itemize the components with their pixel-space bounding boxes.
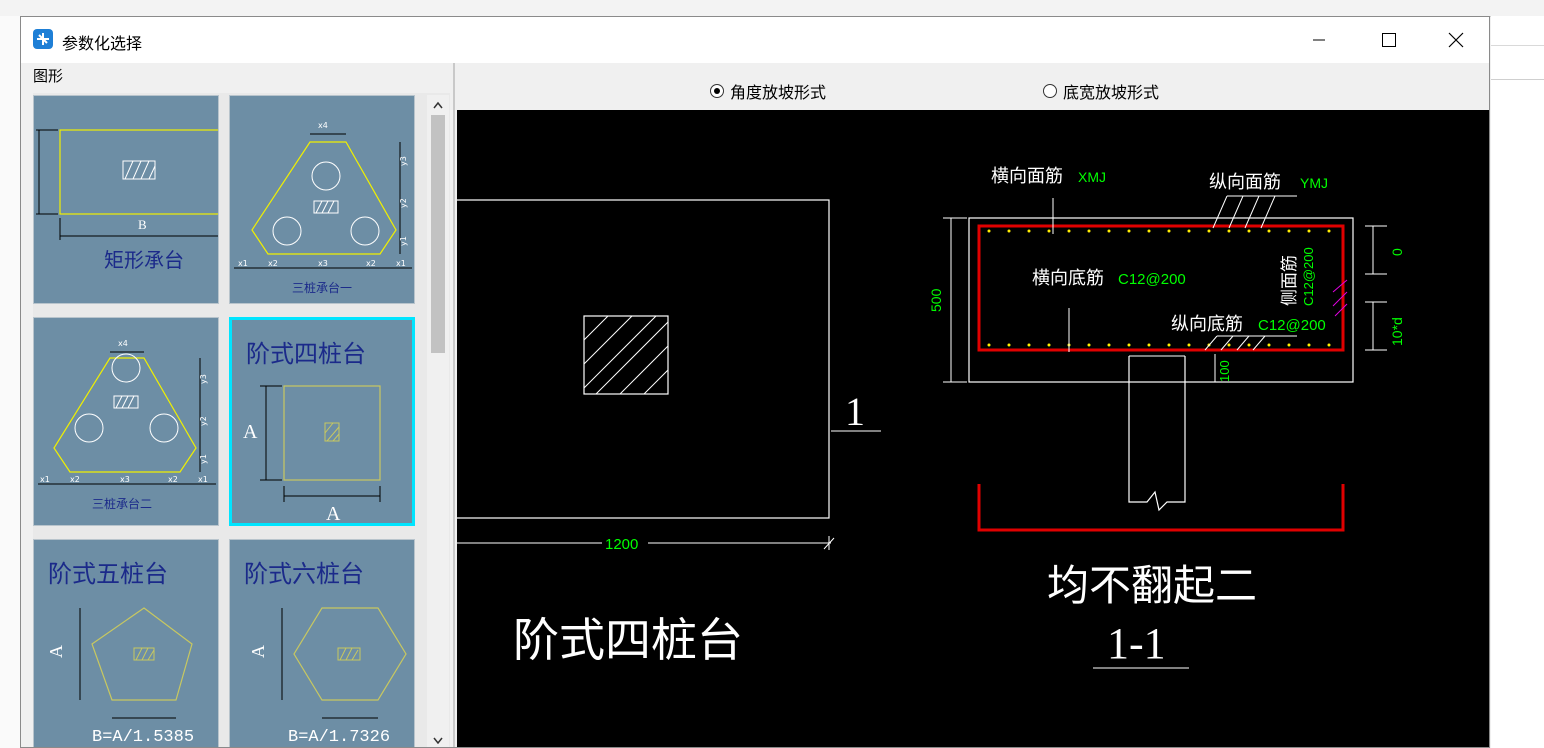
minimize-button[interactable] bbox=[1284, 17, 1354, 63]
slope-mode-options: 角度放坡形式 底宽放坡形式 bbox=[455, 63, 1489, 109]
dim-label: y1 bbox=[199, 454, 208, 464]
side-bar-label: 侧面筋 bbox=[1280, 255, 1300, 306]
dim-a-side: A bbox=[243, 421, 258, 443]
shapes-group-label: 图形 bbox=[33, 67, 64, 85]
dim-label: y1 bbox=[399, 236, 408, 246]
preview-drawing: 1 1200 阶式四桩台 500 0 10*d 100 横向面筋 XMJ 纵向面… bbox=[457, 166, 1405, 669]
dim-label: x4 bbox=[318, 121, 328, 130]
section-title: 均不翻起二 bbox=[1047, 561, 1257, 610]
longitudinal-bottom-label: 纵向底筋 bbox=[1171, 314, 1243, 335]
dim-label: x1 bbox=[198, 475, 208, 484]
radio-selected-icon bbox=[710, 84, 724, 98]
parametric-select-dialog: 参数化选择 图形 B 矩形承台 x4 y3 y2 y1 x1 x2 x3 x2 … bbox=[20, 16, 1490, 748]
stepped-four-pile-cap-drawing: 阶式四桩台 A A bbox=[243, 340, 381, 525]
thumb-label: 阶式六桩台 bbox=[244, 560, 364, 588]
dim-label: x2 bbox=[366, 259, 376, 268]
shape-thumbnail-list[interactable]: B 矩形承台 x4 y3 y2 y1 x1 x2 x3 x2 x1 三桩承台一 … bbox=[33, 93, 450, 747]
thumbnail-three-pile-cap-1[interactable]: x4 y3 y2 y1 x1 x2 x3 x2 x1 三桩承台一 bbox=[229, 95, 415, 304]
thumb-label: 阶式四桩台 bbox=[246, 340, 366, 368]
background-app-left-edge bbox=[0, 16, 21, 748]
dim-label: x3 bbox=[318, 259, 328, 268]
longitudinal-top-label: 纵向面筋 bbox=[1209, 172, 1281, 193]
dim-10d: 10*d bbox=[1389, 317, 1405, 346]
dim-100: 100 bbox=[1217, 360, 1232, 382]
plan-title: 阶式四桩台 bbox=[513, 613, 743, 667]
thumb-label: 三桩承台二 bbox=[92, 496, 152, 511]
height-dim: 500 bbox=[928, 288, 944, 312]
three-pile-cap-2-drawing: x4 y3 y2 y1 x1 x2 x3 x2 x1 三桩承台二 bbox=[38, 339, 216, 511]
chevron-down-icon bbox=[433, 737, 443, 744]
dim-label: x1 bbox=[396, 259, 406, 268]
thumb-label: 矩形承台 bbox=[104, 248, 184, 272]
scroll-up-button[interactable] bbox=[427, 95, 449, 115]
dim-label: y3 bbox=[199, 374, 208, 384]
thumbnail-stepped-four-pile-cap[interactable]: 阶式四桩台 A A bbox=[229, 317, 415, 526]
section-label: 1-1 bbox=[1107, 619, 1166, 668]
maximize-button[interactable] bbox=[1354, 17, 1424, 63]
dim-label: x2 bbox=[168, 475, 178, 484]
background-app-right-edge bbox=[1491, 16, 1544, 748]
scroll-down-button[interactable] bbox=[427, 731, 449, 747]
panel-splitter[interactable] bbox=[453, 63, 455, 747]
plan-outline bbox=[457, 199, 830, 519]
divider bbox=[1491, 45, 1544, 46]
stepped-six-pile-cap-drawing: 阶式六桩台 A B=A/1.7326 bbox=[244, 560, 407, 747]
dim-label: x3 bbox=[120, 475, 130, 484]
three-pile-cap-1-drawing: x4 y3 y2 y1 x1 x2 x3 x2 x1 三桩承台一 bbox=[234, 121, 412, 295]
transverse-top-label: 横向面筋 bbox=[991, 166, 1063, 187]
formula: B=A/1.7326 bbox=[288, 728, 390, 747]
dim-zero: 0 bbox=[1389, 248, 1405, 256]
longitudinal-bottom-code: C12@200 bbox=[1258, 317, 1326, 334]
preview-canvas: 1 1200 阶式四桩台 500 0 10*d 100 横向面筋 XMJ 纵向面… bbox=[457, 110, 1489, 747]
thumbnail-rect-cap[interactable]: B 矩形承台 bbox=[33, 95, 219, 304]
transverse-top-code: XMJ bbox=[1078, 169, 1106, 185]
thumbnail-scrollbar[interactable] bbox=[427, 95, 449, 747]
thumb-label: 三桩承台一 bbox=[292, 280, 352, 295]
app-icon bbox=[33, 29, 53, 49]
radio-unselected-icon bbox=[1043, 84, 1057, 98]
section-marker: 1 bbox=[845, 389, 865, 434]
dim-label: x4 bbox=[118, 339, 128, 348]
divider bbox=[1491, 79, 1544, 80]
dim-label: x2 bbox=[70, 475, 80, 484]
dim-label: y2 bbox=[199, 416, 208, 426]
scroll-thumb[interactable] bbox=[431, 115, 445, 353]
thumbnail-stepped-six-pile-cap[interactable]: 阶式六桩台 A B=A/1.7326 bbox=[229, 539, 415, 747]
dim-a: A bbox=[248, 645, 268, 658]
radio-label: 底宽放坡形式 bbox=[1063, 83, 1160, 102]
dim-a-bottom: A bbox=[326, 503, 341, 525]
transverse-bottom-label: 横向底筋 bbox=[1032, 268, 1104, 289]
minimize-icon bbox=[1313, 39, 1325, 41]
window-title: 参数化选择 bbox=[62, 34, 143, 53]
maximize-icon bbox=[1382, 33, 1396, 47]
transverse-bottom-code: C12@200 bbox=[1118, 271, 1186, 288]
dim-label: y3 bbox=[399, 156, 408, 166]
close-button[interactable] bbox=[1421, 17, 1489, 63]
radio-width-slope[interactable]: 底宽放坡形式 bbox=[1043, 79, 1159, 103]
thumb-label: 阶式五桩台 bbox=[48, 560, 168, 588]
formula: B=A/1.5385 bbox=[92, 728, 194, 747]
side-bar-code: C12@200 bbox=[1301, 247, 1316, 306]
dim-label: x2 bbox=[268, 259, 278, 268]
thumbnail-three-pile-cap-2[interactable]: x4 y3 y2 y1 x1 x2 x3 x2 x1 三桩承台二 bbox=[33, 317, 219, 526]
background-app-toolbar bbox=[0, 0, 1544, 17]
radio-label: 角度放坡形式 bbox=[730, 83, 827, 102]
dim-label: y2 bbox=[399, 198, 408, 208]
close-icon bbox=[1448, 32, 1464, 48]
title-bar: 参数化选择 bbox=[21, 17, 1489, 63]
longitudinal-top-code: YMJ bbox=[1300, 175, 1328, 191]
plan-width-dim: 1200 bbox=[605, 536, 638, 553]
rect-cap-drawing: B 矩形承台 bbox=[36, 129, 218, 272]
dim-label: x1 bbox=[40, 475, 50, 484]
thumbnail-stepped-five-pile-cap[interactable]: 阶式五桩台 A B=A/1.5385 bbox=[33, 539, 219, 747]
dim-b-label: B bbox=[138, 217, 147, 232]
chevron-up-icon bbox=[433, 101, 443, 109]
dim-label: x1 bbox=[238, 259, 248, 268]
radio-angle-slope[interactable]: 角度放坡形式 bbox=[710, 79, 826, 103]
stepped-five-pile-cap-drawing: 阶式五桩台 A B=A/1.5385 bbox=[46, 560, 194, 747]
dim-a: A bbox=[46, 645, 66, 658]
